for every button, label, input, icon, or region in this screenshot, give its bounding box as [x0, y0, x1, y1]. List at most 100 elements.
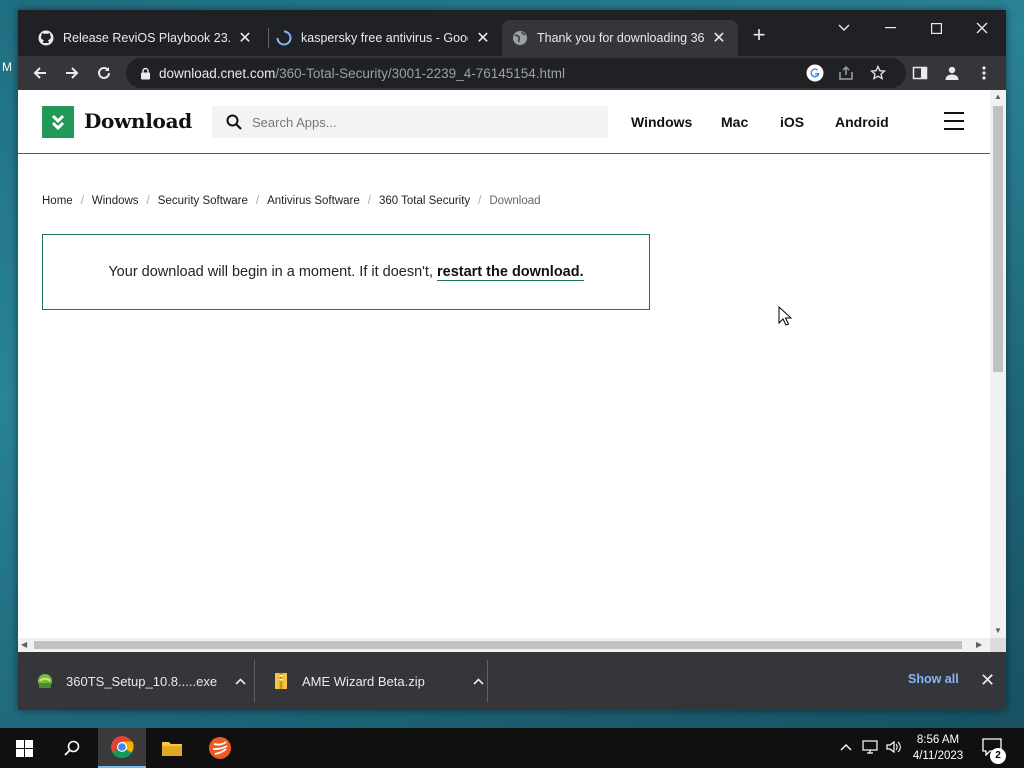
hamburger-menu-icon[interactable] [944, 112, 964, 130]
bookmark-star-icon[interactable] [869, 64, 887, 86]
app-taskbar-button[interactable] [196, 728, 244, 768]
nav-ios[interactable]: iOS [780, 114, 804, 130]
scroll-right-arrow-icon[interactable]: ▶ [976, 640, 982, 649]
search-taskbar-button[interactable] [48, 728, 96, 768]
download-item-360ts[interactable]: 360TS_Setup_10.8.....exe [36, 660, 252, 702]
tab-strip: Release ReviOS Playbook 23.04 · ✕ kasper… [18, 10, 1006, 56]
maximize-button[interactable] [913, 14, 959, 42]
back-arrow-icon [33, 67, 46, 79]
download-divider [487, 660, 488, 702]
url-text: download.cnet.com/360-Total-Security/300… [159, 65, 566, 81]
folder-icon [162, 742, 182, 756]
installer-icon [36, 672, 54, 690]
tab-thank-you[interactable]: Thank you for downloading 360 ✕ [502, 20, 738, 56]
tab-title: kaspersky free antivirus - Google [301, 31, 468, 45]
breadcrumb-windows[interactable]: Windows [92, 195, 139, 207]
breadcrumb-360-total-security[interactable]: 360 Total Security [379, 195, 470, 207]
tab-kaspersky[interactable]: kaspersky free antivirus - Google ✕ [266, 20, 502, 56]
tab-title: Release ReviOS Playbook 23.04 · [63, 31, 230, 45]
site-logo-text[interactable]: Download [84, 109, 192, 133]
nav-mac[interactable]: Mac [721, 114, 748, 130]
chrome-taskbar-button[interactable] [98, 728, 146, 768]
horizontal-scrollbar[interactable]: ◀ ▶ [18, 638, 990, 652]
search-icon [226, 114, 242, 130]
breadcrumb-security-software[interactable]: Security Software [158, 195, 248, 207]
chevron-up-icon[interactable] [235, 674, 246, 688]
downloads-shelf: 360TS_Setup_10.8.....exe AME Wizard Beta… [18, 652, 1006, 710]
file-explorer-button[interactable] [148, 728, 196, 768]
chevron-up-icon[interactable] [473, 674, 484, 688]
tab-title: Thank you for downloading 360 [537, 31, 704, 45]
chrome-icon [111, 736, 134, 758]
vertical-scroll-thumb[interactable] [993, 106, 1003, 372]
start-button[interactable] [0, 728, 48, 768]
clock-date: 4/11/2023 [912, 750, 964, 762]
side-panel-button[interactable] [908, 61, 932, 85]
more-vert-icon [982, 66, 986, 80]
download-filename: AME Wizard Beta.zip [302, 673, 425, 689]
nav-windows[interactable]: Windows [631, 114, 692, 130]
restart-download-link[interactable]: restart the download. [437, 264, 584, 281]
show-all-downloads-link[interactable]: Show all [908, 672, 959, 686]
windows-taskbar: 8:56 AM 4/11/2023 2 [0, 728, 1024, 768]
site-header: Download Windows Mac iOS Android [18, 90, 990, 154]
download-logo-icon[interactable] [42, 106, 74, 138]
address-bar[interactable]: download.cnet.com/360-Total-Security/300… [126, 58, 906, 88]
share-icon[interactable] [838, 65, 854, 86]
search-box[interactable] [212, 106, 608, 138]
search-icon [64, 740, 80, 756]
close-tab-icon[interactable]: ✕ [236, 29, 254, 47]
globe-icon [512, 30, 528, 46]
profile-icon [945, 66, 959, 80]
new-tab-button[interactable]: + [748, 24, 770, 47]
chevron-down-icon [838, 24, 850, 31]
system-clock[interactable]: 8:56 AM 4/11/2023 [905, 732, 971, 764]
notice-text: Your download will begin in a moment. If… [108, 264, 433, 280]
mouse-pointer-icon [778, 306, 792, 326]
back-button[interactable] [28, 61, 52, 85]
app-orange-icon [209, 737, 231, 759]
tab-reviOS[interactable]: Release ReviOS Playbook 23.04 · ✕ [28, 20, 264, 56]
nav-android[interactable]: Android [835, 114, 889, 130]
close-tab-icon[interactable]: ✕ [474, 29, 492, 47]
search-input[interactable] [252, 114, 582, 130]
close-window-button[interactable] [959, 14, 1005, 42]
download-notice: Your download will begin in a moment. If… [42, 234, 650, 310]
page-content: Download Windows Mac iOS Android Home/ W… [18, 90, 990, 638]
close-tab-icon[interactable]: ✕ [710, 29, 728, 47]
breadcrumb-home[interactable]: Home [42, 195, 73, 207]
scroll-up-arrow-icon[interactable]: ▲ [994, 92, 1002, 101]
download-filename: 360TS_Setup_10.8.....exe [66, 673, 218, 689]
windows-logo-icon [15, 739, 33, 757]
download-item-ame-wizard[interactable]: AME Wizard Beta.zip [272, 660, 486, 702]
reload-button[interactable] [92, 61, 116, 85]
side-panel-icon [912, 66, 928, 80]
forward-button[interactable] [60, 61, 84, 85]
scrollbar-corner [990, 638, 1006, 652]
tab-search-button[interactable] [821, 14, 867, 42]
breadcrumb-antivirus-software[interactable]: Antivirus Software [267, 195, 360, 207]
minimize-button[interactable] [867, 14, 913, 42]
network-icon[interactable] [862, 740, 878, 757]
clock-time: 8:56 AM [916, 734, 960, 746]
reload-icon [98, 66, 110, 79]
breadcrumb-current: Download [489, 195, 541, 207]
vertical-scrollbar[interactable]: ▲ ▼ [990, 90, 1006, 638]
volume-icon[interactable] [886, 740, 902, 757]
profile-button[interactable] [940, 61, 964, 85]
zip-folder-icon [272, 672, 290, 690]
google-icon[interactable] [806, 64, 824, 87]
horizontal-scroll-thumb[interactable] [34, 641, 962, 649]
close-shelf-icon[interactable]: ✕ [980, 670, 995, 691]
notification-count-badge: 2 [990, 748, 1006, 764]
loading-spinner-icon [276, 30, 292, 46]
show-hidden-icons-icon[interactable] [840, 740, 852, 754]
scroll-down-arrow-icon[interactable]: ▼ [994, 626, 1002, 635]
breadcrumb: Home / Windows / Security Software / Antivi… [42, 195, 541, 207]
lock-icon [141, 67, 150, 79]
browser-toolbar: download.cnet.com/360-Total-Security/300… [18, 56, 1006, 90]
scroll-left-arrow-icon[interactable]: ◀ [21, 640, 27, 649]
desktop-edge-text: M [2, 60, 12, 74]
browser-window: Release ReviOS Playbook 23.04 · ✕ kasper… [18, 10, 1006, 710]
menu-button[interactable] [972, 61, 996, 85]
